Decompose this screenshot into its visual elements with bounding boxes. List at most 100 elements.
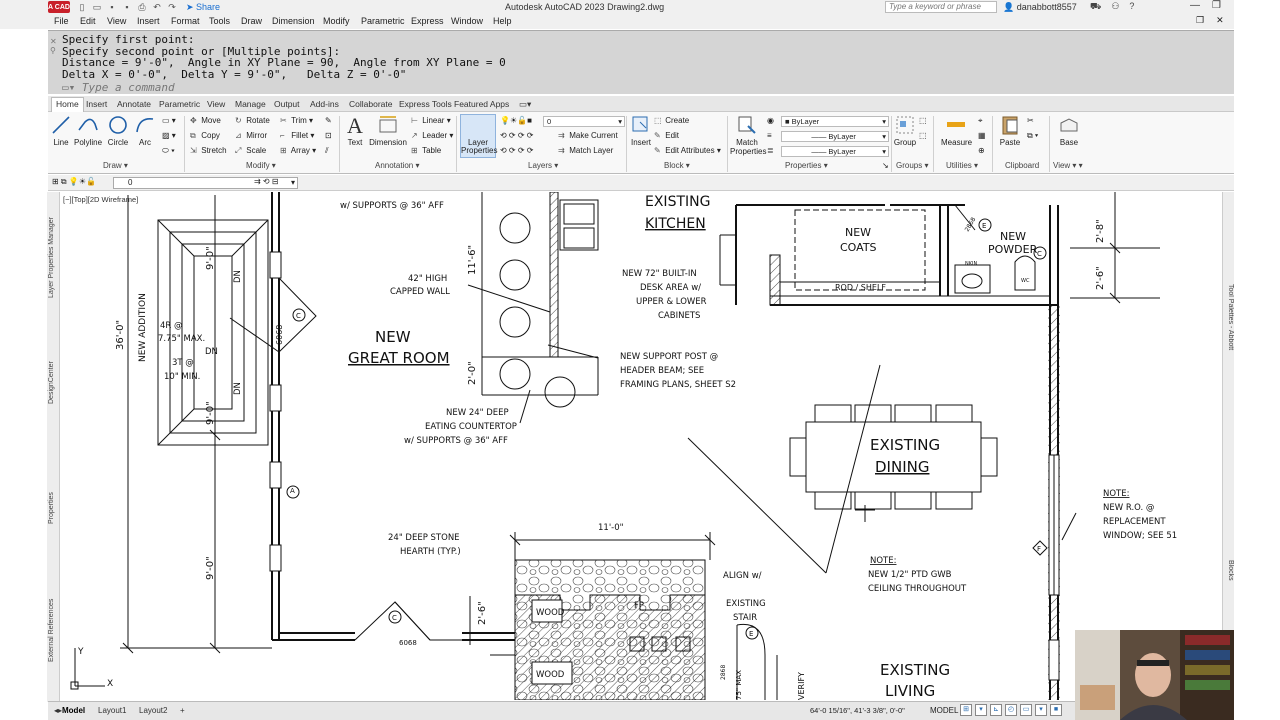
menu-parametric[interactable]: Parametric [361, 16, 405, 26]
osnap-icon[interactable]: ▭ [1020, 704, 1032, 716]
tab-layout2[interactable]: Layout2 [139, 706, 167, 715]
tab-featured-apps[interactable]: Featured Apps [454, 99, 509, 109]
utility-icon-1[interactable]: ⌖ [978, 116, 983, 126]
tab-parametric[interactable]: Parametric [159, 99, 200, 109]
drawing-canvas[interactable]: EXISTING KITCHEN NEW COATS ROD / SHELF N… [61, 192, 1222, 700]
undo-icon[interactable]: ↶ [151, 2, 163, 13]
tab-annotate[interactable]: Annotate [117, 99, 151, 109]
tab-manage[interactable]: Manage [235, 99, 266, 109]
tab-home[interactable]: Home [51, 97, 84, 112]
properties-panel-label[interactable]: Properties ▾ [785, 161, 828, 170]
viewport-controls[interactable]: [−][Top][2D Wireframe] [63, 195, 138, 204]
layer-state-icons[interactable]: 💡☀🔓■ [500, 116, 532, 125]
cart-icon[interactable]: ⛟ [1090, 1, 1101, 13]
base-button[interactable]: Base [1056, 114, 1082, 147]
model-space-toggle[interactable]: MODEL [930, 706, 958, 715]
scale-button[interactable]: ⤢ Scale [235, 146, 266, 156]
menu-window[interactable]: Window [451, 16, 483, 26]
blocks-tab[interactable]: Blocks [1227, 560, 1234, 581]
color-dropdown[interactable]: ■ ByLayer ▾ [781, 116, 889, 127]
tab-view[interactable]: View [207, 99, 225, 109]
menu-format[interactable]: Format [171, 16, 200, 26]
copy-clip-icon[interactable]: ⧉ ▾ [1027, 131, 1038, 141]
redo-icon[interactable]: ↷ [166, 2, 178, 13]
line-button[interactable]: Line [50, 114, 72, 147]
isolate-icon[interactable]: ■ [1050, 704, 1062, 716]
erase-icon[interactable]: ✎ [325, 116, 332, 125]
menu-tools[interactable]: Tools [209, 16, 230, 26]
command-line-grip-icon[interactable]: ✕ ⚲ [50, 37, 58, 87]
layer-properties-manager-tab[interactable]: Layer Properties Manager [48, 217, 55, 298]
tab-express-tools[interactable]: Express Tools [399, 99, 452, 109]
snap-icon[interactable]: ▾ [975, 704, 987, 716]
edit-attributes-button[interactable]: ✎ Edit Attributes ▾ [654, 146, 721, 155]
annotation-panel-label[interactable]: Annotation ▾ [375, 161, 420, 170]
save-icon[interactable]: ▪ [106, 2, 118, 13]
people-icon[interactable]: ⚇ [1111, 1, 1119, 13]
menu-insert[interactable]: Insert [137, 16, 160, 26]
linetype-dropdown[interactable]: —— ByLayer ▾ [781, 146, 889, 157]
arc-button[interactable]: Arc [134, 114, 156, 147]
tab-insert[interactable]: Insert [86, 99, 107, 109]
layout-tabs-icons[interactable]: ◂▸ [54, 706, 62, 715]
move-button[interactable]: ✥ Move [190, 116, 221, 125]
edit-block-button[interactable]: ✎ Edit [654, 131, 679, 140]
designcenter-tab[interactable]: DesignCenter [48, 361, 55, 404]
properties-launcher-icon[interactable]: ↘ [882, 161, 889, 170]
match-properties-button[interactable]: Match Properties [730, 114, 766, 156]
help-icon[interactable]: ? [1129, 1, 1134, 13]
tab-add-ins[interactable]: Add-ins [310, 99, 339, 109]
menu-help[interactable]: Help [493, 16, 512, 26]
rectangle-icon[interactable]: ▭ ▾ [162, 116, 176, 125]
restore-icon[interactable]: ❐ [1212, 0, 1221, 11]
view-panel-label[interactable]: View ▾ ▾ [1053, 161, 1083, 170]
properties-tab[interactable]: Properties [48, 492, 55, 524]
leader-button[interactable]: ↗ Leader ▾ [411, 131, 453, 140]
cut-icon[interactable]: ✂ [1027, 116, 1034, 125]
tool-palettes-tab[interactable]: Tool Palettes - Abbott [1227, 284, 1234, 350]
fillet-button[interactable]: ⌐ Fillet ▾ [280, 131, 314, 140]
clipboard-panel-label[interactable]: Clipboard [1005, 161, 1039, 170]
floor-plan[interactable]: EXISTING KITCHEN NEW COATS ROD / SHELF N… [61, 192, 1222, 700]
make-current-button[interactable]: ⇉ Make Current [558, 131, 618, 140]
layer-tools-row-2[interactable]: ⟲ ⟳ ⟳ ⟳ [500, 146, 533, 155]
tab-output[interactable]: Output [274, 99, 300, 109]
array-button[interactable]: ⊞ Array ▾ [280, 146, 316, 155]
polyline-button[interactable]: Polyline [74, 114, 102, 147]
dimension-button[interactable]: Dimension [369, 114, 407, 147]
menu-express[interactable]: Express [411, 16, 444, 26]
tab-collaborate[interactable]: Collaborate [349, 99, 392, 109]
ribbon-options-icon[interactable]: ▭▾ [519, 99, 531, 110]
doc-restore-icon[interactable]: ❐ [1196, 15, 1204, 26]
user-account[interactable]: 👤 danabbott8557 [1003, 2, 1077, 13]
autocad-logo[interactable]: A CAD [48, 1, 70, 13]
open-icon[interactable]: ▭ [91, 2, 103, 13]
hatch-icon[interactable]: ▨ ▾ [162, 131, 176, 140]
stretch-button[interactable]: ⇲ Stretch [190, 146, 227, 155]
utility-icon-2[interactable]: ▦ [978, 131, 986, 140]
offset-icon[interactable]: ⫽ [325, 146, 329, 156]
layer-tools-row-1[interactable]: ⟲ ⟳ ⟳ ⟳ [500, 131, 533, 140]
group-edit-icon[interactable]: ⬚ [919, 131, 927, 140]
tab-layout1[interactable]: Layout1 [98, 706, 126, 715]
circle-button[interactable]: Circle [107, 114, 129, 147]
utilities-panel-label[interactable]: Utilities ▾ [946, 161, 978, 170]
ortho-icon[interactable]: ⊾ [990, 704, 1002, 716]
layer-properties-button[interactable]: Layer Properties [460, 114, 497, 158]
modify-panel-label[interactable]: Modify ▾ [246, 161, 276, 170]
group-button[interactable]: Group [893, 114, 917, 147]
menu-edit[interactable]: Edit [80, 16, 96, 26]
save-as-icon[interactable]: ▪ [121, 2, 133, 13]
external-references-tab[interactable]: External References [48, 599, 55, 662]
menu-modify[interactable]: Modify [323, 16, 350, 26]
menu-file[interactable]: File [54, 16, 69, 26]
command-input[interactable]: ▭▾ Type a command [62, 81, 1222, 94]
explode-icon[interactable]: ⊡ [325, 131, 332, 140]
menu-draw[interactable]: Draw [241, 16, 262, 26]
text-button[interactable]: A Text [344, 114, 366, 148]
menu-dimension[interactable]: Dimension [272, 16, 315, 26]
paste-button[interactable]: Paste [998, 114, 1022, 147]
copy-button[interactable]: ⧉ Copy [190, 131, 220, 141]
plot-icon[interactable]: ⎙ [136, 2, 148, 13]
minimize-icon[interactable]: — [1190, 0, 1200, 11]
